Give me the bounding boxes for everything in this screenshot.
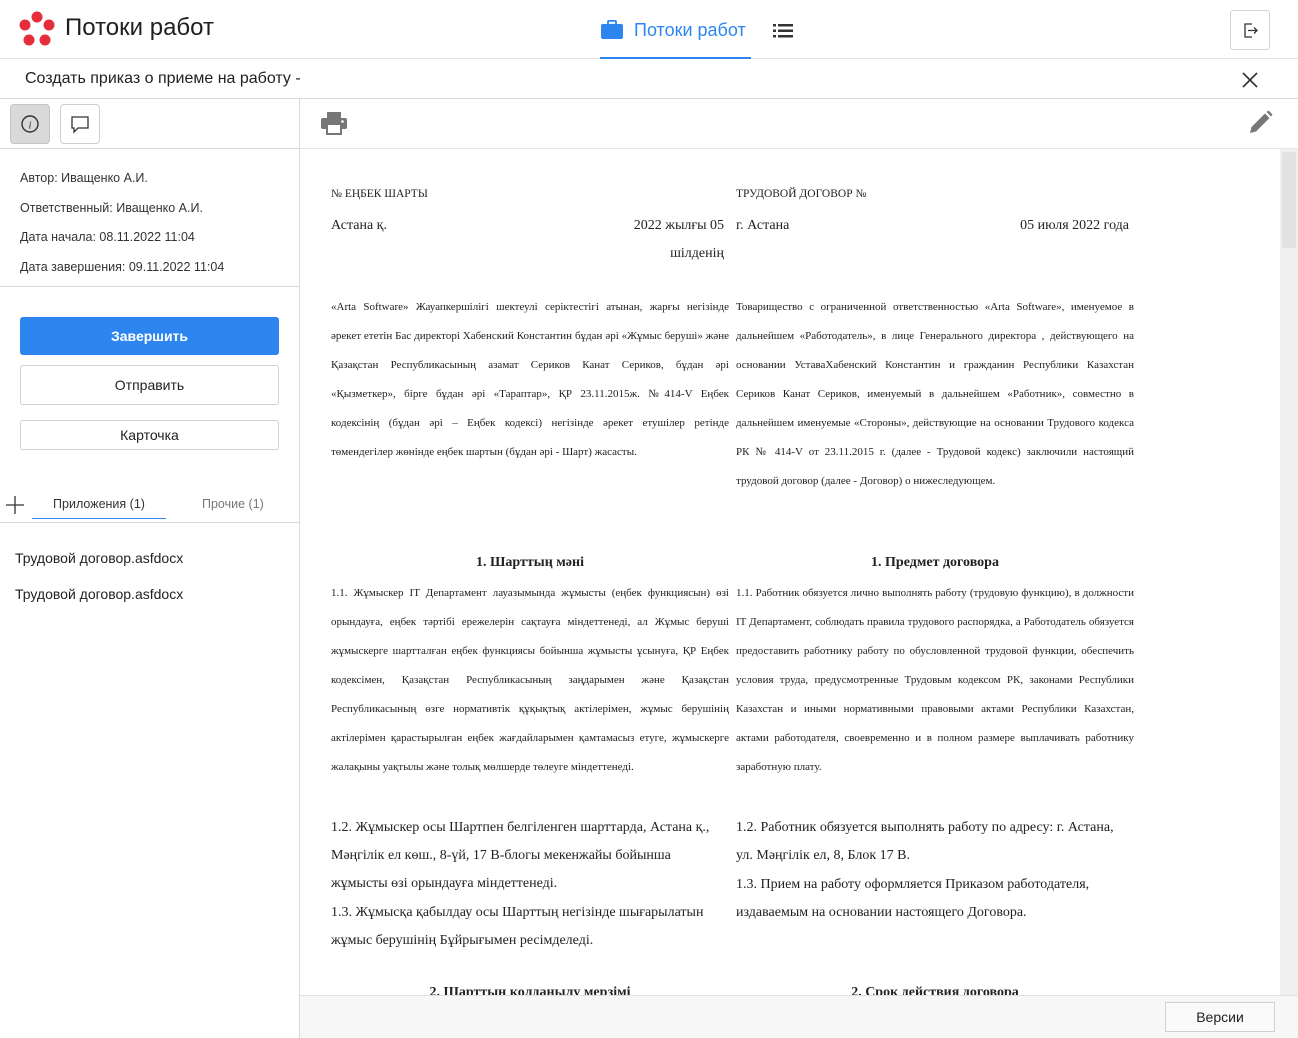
add-attachment-icon[interactable] bbox=[6, 496, 24, 514]
kz-date-line1: 2022 жылғы 05 bbox=[633, 218, 724, 233]
info-icon: i bbox=[21, 115, 39, 133]
kz-section1-title: 1. Шарттың мәні bbox=[476, 555, 584, 570]
document-viewer[interactable]: № ЕҢБЕК ШАРТЫ Астана қ. 2022 жылғы 05 ші… bbox=[300, 149, 1280, 995]
logout-button[interactable] bbox=[1230, 10, 1270, 50]
start-date-text: Дата начала: 08.11.2022 11:04 bbox=[20, 230, 195, 244]
author-text: Автор: Иващенко А.И. bbox=[20, 171, 148, 185]
attachment-file[interactable]: Трудовой договор.asfdocx bbox=[15, 586, 183, 602]
attachment-file[interactable]: Трудовой договор.asfdocx bbox=[15, 550, 183, 566]
tab-attachments[interactable]: Приложения (1) bbox=[32, 497, 166, 519]
divider bbox=[0, 286, 299, 287]
ru-section2-title: 2. Срок действия договора bbox=[851, 985, 1019, 995]
kz-date-line2: шілденің bbox=[670, 246, 724, 261]
ru-p1-2: 1.2. Работник обязуется выполнять работу… bbox=[736, 820, 1114, 863]
scrollbar[interactable] bbox=[1280, 149, 1298, 995]
kz-header: № ЕҢБЕК ШАРТЫ bbox=[331, 188, 428, 200]
print-icon[interactable] bbox=[321, 111, 347, 135]
complete-button[interactable]: Завершить bbox=[20, 317, 279, 355]
ru-intro: Товарищество с ограниченной ответственно… bbox=[736, 301, 1134, 487]
kz-p1-1: 1.1. Жұмыскер IT Департамент лауазымында… bbox=[331, 587, 729, 773]
kz-p1-2: 1.2. Жұмыскер осы Шартпен белгіленген ша… bbox=[331, 820, 710, 891]
edit-icon[interactable] bbox=[1247, 110, 1273, 136]
send-button[interactable]: Отправить bbox=[20, 365, 279, 405]
ru-header: ТРУДОВОЙ ДОГОВОР № bbox=[736, 188, 867, 200]
ru-city: г. Астана bbox=[736, 218, 790, 233]
responsible-text: Ответственный: Иващенко А.И. bbox=[20, 200, 203, 215]
logout-icon bbox=[1244, 23, 1258, 38]
logo-icon[interactable] bbox=[18, 11, 56, 49]
left-toolbar: i bbox=[0, 99, 299, 149]
top-header: Потоки работ Потоки работ bbox=[0, 0, 1298, 59]
document-meta: Автор: Иващенко А.И. Ответственный: Иващ… bbox=[20, 171, 224, 289]
tab-other[interactable]: Прочие (1) bbox=[202, 497, 264, 511]
app-window: Потоки работ Потоки работ Создать приказ… bbox=[0, 0, 1298, 1038]
document-toolbar bbox=[300, 99, 1298, 149]
document-footer: Версии bbox=[300, 995, 1298, 1038]
kz-intro: «Arta Software» Жауапкершілігі шектеулі … bbox=[331, 301, 729, 458]
tab-workflows[interactable]: Потоки работ bbox=[600, 0, 751, 59]
kz-section2-title: 2. Шарттың қолданылу мерзімі bbox=[429, 985, 631, 995]
kz-date: 2022 жылғы 05 шілденің bbox=[634, 212, 724, 268]
list-icon[interactable] bbox=[773, 24, 793, 38]
comment-icon bbox=[71, 116, 89, 134]
ru-p1-3: 1.3. Прием на работу оформляется Приказо… bbox=[736, 877, 1090, 920]
left-panel: i Автор: Иващенко А.И. Ответственный: Ив… bbox=[0, 99, 300, 1038]
versions-button[interactable]: Версии bbox=[1165, 1002, 1275, 1032]
comments-button[interactable] bbox=[60, 104, 100, 144]
page-title: Создать приказ о приеме на работу - bbox=[25, 70, 301, 87]
tab-workflows-label: Потоки работ bbox=[634, 20, 746, 40]
info-button[interactable]: i bbox=[10, 104, 50, 144]
kz-p1-3: 1.3. Жұмысқа қабылдау осы Шарттың негізі… bbox=[331, 905, 704, 948]
ru-p1-1: 1.1. Работник обязуется лично выполнять … bbox=[736, 587, 1134, 773]
scrollbar-thumb[interactable] bbox=[1282, 152, 1296, 248]
divider bbox=[0, 522, 299, 523]
document-header: Создать приказ о приеме на работу - bbox=[0, 59, 1298, 99]
kz-city: Астана қ. bbox=[331, 218, 387, 233]
ru-section1-title: 1. Предмет договора bbox=[871, 555, 999, 570]
card-button[interactable]: Карточка bbox=[20, 420, 279, 450]
close-icon[interactable] bbox=[1241, 71, 1259, 89]
end-date-text: Дата завершения: 09.11.2022 11:04 bbox=[20, 259, 225, 274]
ru-date: 05 июля 2022 года bbox=[1020, 218, 1129, 233]
app-title: Потоки работ bbox=[65, 14, 214, 41]
svg-text:i: i bbox=[28, 120, 31, 132]
briefcase-icon bbox=[601, 20, 623, 39]
